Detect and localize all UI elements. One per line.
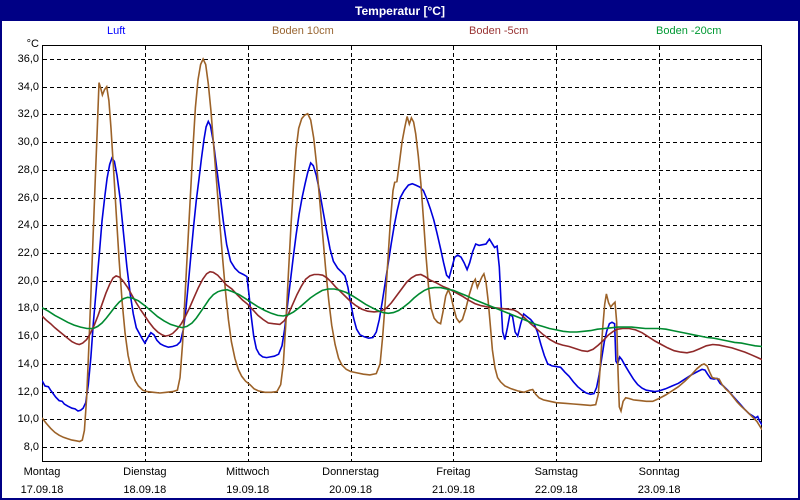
y-tick-label: 8,0 — [23, 441, 39, 453]
y-axis-unit: °C — [26, 38, 39, 50]
x-day-label: Mittwoch — [226, 466, 270, 478]
legend-item-boden-5cm: Boden -5cm — [469, 25, 529, 37]
y-tick-label: 24,0 — [17, 219, 39, 232]
x-day-label: Donnerstag — [322, 466, 379, 478]
x-day-label: Montag — [23, 466, 61, 478]
x-date-label: 19.09.18 — [226, 484, 270, 496]
x-day-label: Sonntag — [638, 466, 680, 478]
x-date-label: 21.09.18 — [432, 484, 475, 496]
legend-item-luft: Luft — [107, 25, 126, 37]
y-tick-label: 14,0 — [17, 357, 39, 370]
y-tick-label: 10,0 — [17, 413, 39, 426]
x-date-label: 23.09.18 — [637, 484, 681, 496]
legend-item-boden-20cm: Boden -20cm — [656, 25, 722, 37]
series-boden-10cm — [42, 57, 762, 443]
title-bar: Temperatur [°C] — [2, 2, 798, 21]
y-tick-label: 18,0 — [17, 302, 39, 315]
series-luft — [42, 119, 762, 426]
x-date-label: 18.09.18 — [123, 484, 167, 496]
x-day-label: Freitag — [436, 466, 471, 478]
y-tick-label: 28,0 — [17, 163, 39, 176]
legend-item-boden-10cm: Boden 10cm — [272, 25, 334, 37]
y-tick-label: 30,0 — [17, 136, 39, 149]
y-tick-label: 20,0 — [17, 274, 39, 287]
chart-title: Temperatur [°C] — [355, 4, 445, 18]
x-day-label: Dienstag — [123, 466, 167, 478]
series-boden-20cm — [42, 286, 762, 348]
x-date-label: 20.09.18 — [329, 484, 372, 496]
y-tick-label: 32,0 — [17, 108, 39, 121]
y-tick-label: 34,0 — [17, 80, 39, 93]
y-tick-label: 36,0 — [17, 53, 39, 65]
x-day-label: Samstag — [534, 466, 578, 478]
y-tick-label: 22,0 — [17, 247, 39, 259]
plot-area — [42, 45, 762, 462]
app-window: Temperatur [°C] Luft Boden 10cm Boden -5cm… — [0, 0, 800, 500]
legend: Luft Boden 10cm Boden -5cm Boden -20cm — [2, 25, 798, 40]
x-date-label: 17.09.18 — [20, 484, 64, 496]
y-tick-label: 16,0 — [17, 330, 39, 343]
y-tick-label: 12,0 — [17, 385, 39, 398]
series-boden-5cm — [42, 270, 762, 361]
x-date-label: 22.09.18 — [534, 484, 578, 496]
y-tick-label: 26,0 — [17, 191, 39, 204]
